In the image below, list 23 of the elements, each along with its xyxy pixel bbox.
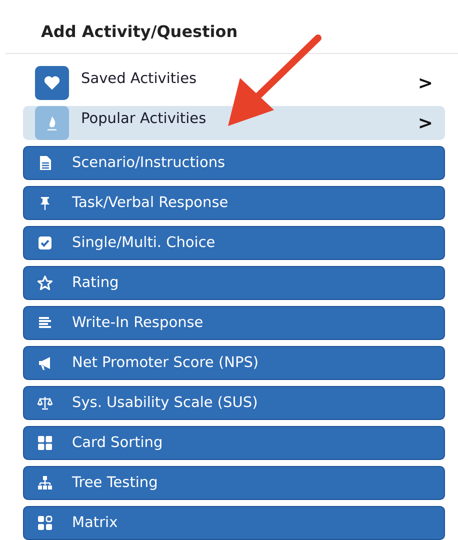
hierarchy-icon <box>37 475 53 491</box>
megaphone-icon <box>37 355 53 371</box>
activity-button[interactable]: Scenario/Instructions <box>23 146 445 180</box>
scale-icon <box>37 395 53 411</box>
activity-button[interactable]: Tree Testing <box>23 466 445 500</box>
activity-button[interactable]: Matrix <box>23 506 445 540</box>
chevron-icon: > <box>418 72 433 94</box>
grid-icon <box>37 435 53 451</box>
activity-button[interactable]: Write-In Response <box>23 306 445 340</box>
chevron-icon: > <box>418 112 433 134</box>
star-icon <box>37 275 53 291</box>
activity-button[interactable]: Rating <box>23 266 445 300</box>
activity-button[interactable]: Task/Verbal Response <box>23 186 445 220</box>
activity-button[interactable]: Card Sorting <box>23 426 445 460</box>
checkbox-icon <box>37 235 53 251</box>
document-icon <box>37 155 53 171</box>
activity-button[interactable]: Net Promoter Score (NPS) <box>23 346 445 380</box>
lines-icon <box>37 315 53 331</box>
panel-title: Add Activity/Question <box>40 21 239 43</box>
activity-button[interactable]: Sys. Usability Scale (SUS) <box>23 386 445 420</box>
squares-icon <box>37 515 53 531</box>
menu-item[interactable]: Popular Activities > <box>23 106 445 140</box>
activity-button[interactable]: Single/Multi. Choice <box>23 226 445 260</box>
